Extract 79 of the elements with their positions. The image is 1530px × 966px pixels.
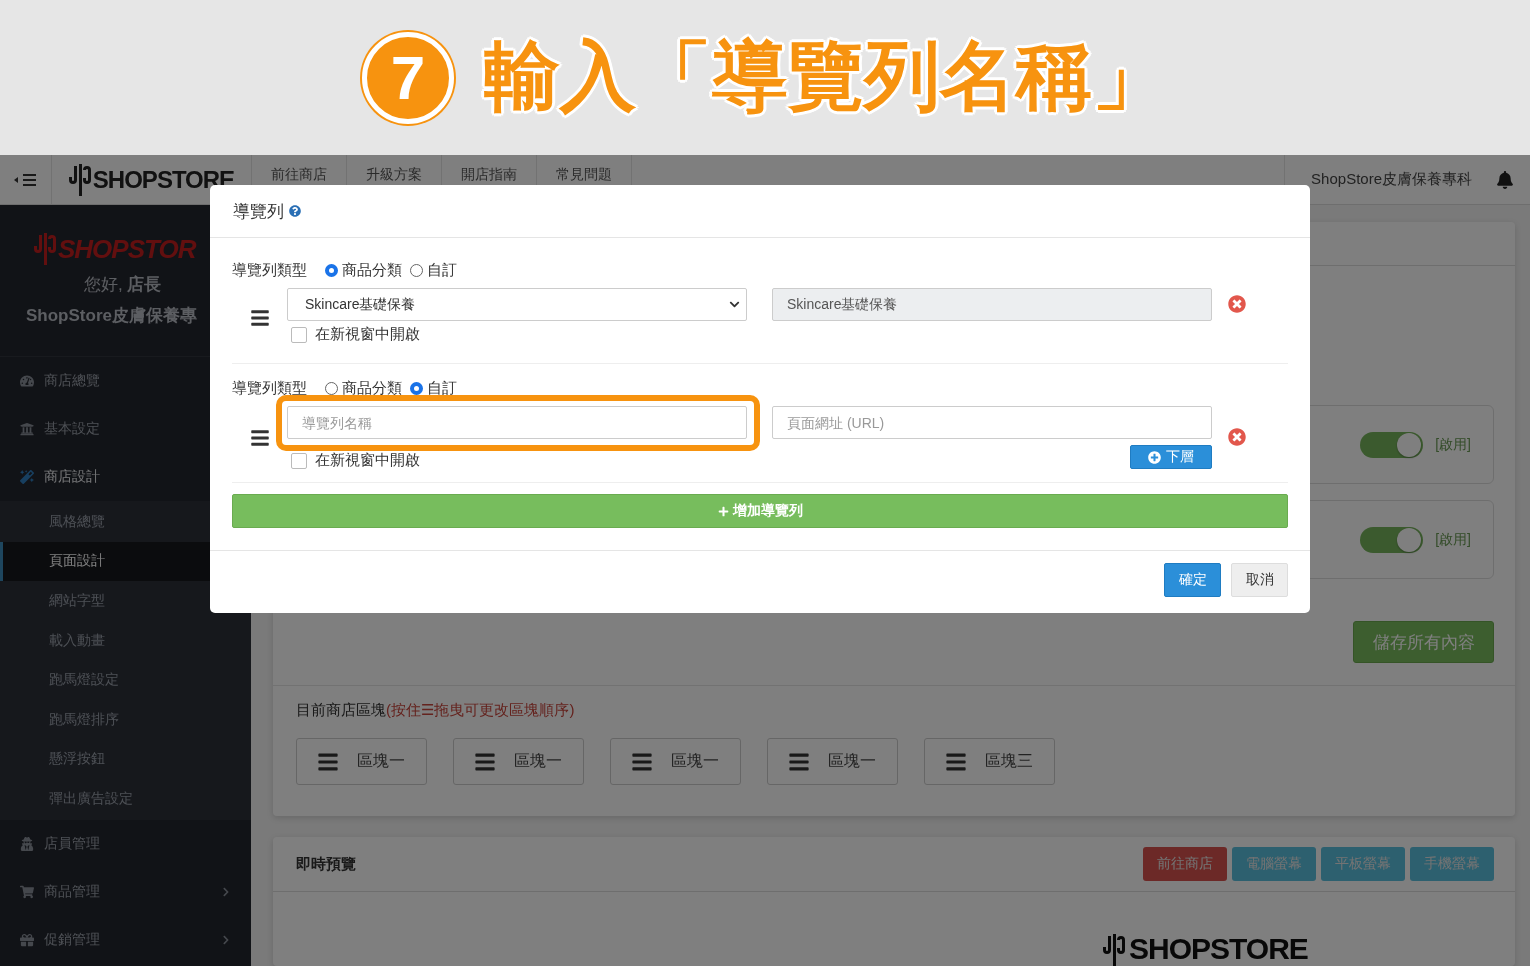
magic-wand-icon [20,470,34,484]
panel-title: 即時預覽 [296,854,356,874]
block-label: 區塊一 [828,751,876,771]
display-field[interactable]: Skincare基礎保養 [772,288,1212,321]
drag-handle-icon[interactable] [249,308,270,328]
block-item[interactable]: 區塊一 [610,738,741,785]
banner-title: 輸入「導覽列名稱」 [484,32,1168,120]
help-icon[interactable] [289,205,301,217]
new-window-checkbox[interactable]: 在新視窗中開啟 [291,325,747,344]
sidebar-item[interactable]: 促銷管理 [0,915,251,964]
gift-icon [20,932,34,947]
bank-icon [20,422,34,436]
checkbox[interactable] [291,326,307,343]
logo-text: SHOPSTORE [92,165,235,194]
radio-button[interactable] [410,381,423,395]
dashboard-icon [20,374,34,388]
menu-toggle-icon [13,172,38,187]
block-label: 區塊一 [671,751,719,771]
step-number: 7 [362,31,454,124]
add-nav-button[interactable]: 增加導覽列 [232,494,1288,528]
section-title: 目前商店區塊 [296,701,386,720]
preview-button[interactable]: 前往商店 [1143,847,1227,882]
logo-text: SHOPSTORE [1129,932,1308,966]
save-button[interactable]: 儲存所有內容 [1353,621,1494,663]
chevron-icon [221,934,231,945]
bell-icon[interactable] [1496,170,1514,189]
logo-mark-icon [34,233,56,265]
block-item[interactable]: 區塊一 [453,738,584,785]
sidebar-item[interactable]: 商品管理 [0,867,251,916]
radio-label: 商品分類 [342,378,402,398]
cart-icon [20,884,34,899]
checkbox-label: 在新視窗中開啟 [315,325,420,344]
new-window-checkbox[interactable]: 在新視窗中開啟 [291,451,747,470]
logo-mark-icon [1103,934,1125,966]
cancel-button[interactable]: 取消 [1231,563,1288,597]
block-label: 區塊三 [985,751,1033,771]
chevron-down-icon [729,299,740,310]
type-radio[interactable]: 自訂 [410,378,457,398]
sidebar-item[interactable]: 基本設定 [0,405,251,453]
logo-mark-icon [68,163,91,196]
radio-button[interactable] [325,263,338,277]
sidebar-item[interactable]: 店員管理 [0,819,251,868]
logo-text: SHOPSTOR [58,233,196,265]
status-label: [啟用] [1435,435,1471,454]
confirm-button[interactable]: 確定 [1164,563,1221,597]
radio-label: 商品分類 [342,260,402,280]
toggle-switch[interactable] [1360,526,1424,553]
user-icon [20,836,34,851]
url-field[interactable]: 頁面網址 (URL) [772,406,1212,439]
store-name: ShopStore皮膚保養專 [26,305,197,327]
plus-icon [717,505,729,517]
block-label: 區塊一 [514,751,562,771]
remove-icon[interactable] [1228,295,1246,313]
block-label: 區塊一 [357,751,405,771]
hint-text: (按住☰拖曳可更改區塊順序) [386,701,575,720]
radio-button[interactable] [410,263,423,277]
type-radio[interactable]: 自訂 [410,260,457,280]
name-field[interactable]: 導覽列名稱 [287,406,747,439]
sublevel-button[interactable]: 下層 [1130,445,1212,469]
block-item[interactable]: 區塊三 [924,738,1055,785]
status-label: [啟用] [1435,530,1471,549]
block-item[interactable]: 區塊一 [767,738,898,785]
store-name: ShopStore皮膚保養專科 [1311,170,1472,189]
type-radio[interactable]: 商品分類 [325,260,402,280]
radio-label: 自訂 [427,260,457,280]
field-label: 導覽列類型 [232,378,307,398]
block-item[interactable]: 區塊一 [296,738,427,785]
radio-button[interactable] [325,381,338,395]
checkbox-label: 在新視窗中開啟 [315,451,420,470]
radio-label: 自訂 [427,378,457,398]
type-radio[interactable]: 商品分類 [325,378,402,398]
drag-handle-icon[interactable] [249,428,270,448]
greeting: 您好, 店長 [84,274,162,296]
chevron-icon [221,886,231,897]
remove-icon[interactable] [1228,428,1246,446]
field-label: 導覽列類型 [232,260,307,280]
toggle-switch[interactable] [1360,431,1424,458]
checkbox[interactable] [291,452,307,469]
category-select[interactable]: Skincare基礎保養 [287,288,747,321]
